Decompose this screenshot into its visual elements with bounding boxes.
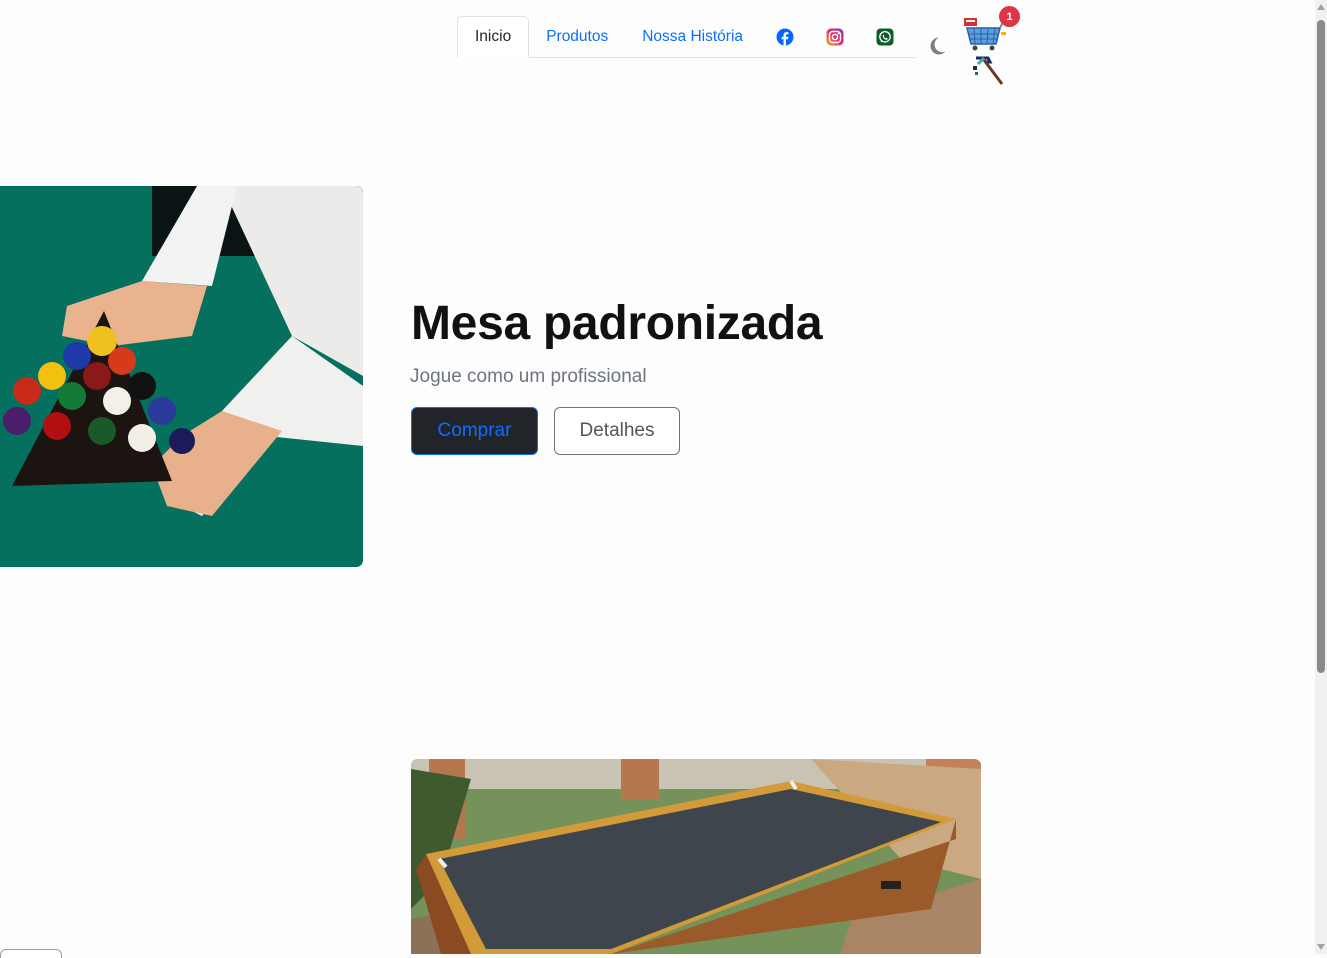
- pool-table-photo: [411, 759, 981, 954]
- billiard-rack-illustration: [0, 186, 363, 567]
- shopping-cart-icon: [964, 18, 1006, 85]
- pool-table-illustration: [411, 759, 981, 954]
- tab-produtos[interactable]: Produtos: [529, 17, 625, 57]
- tab-inicio-label: Inicio: [475, 28, 512, 45]
- vertical-scrollbar[interactable]: [1315, 0, 1327, 954]
- hero-subtitle: Jogue como um profissional: [410, 366, 647, 387]
- whatsapp-link[interactable]: [860, 17, 910, 57]
- buy-button[interactable]: Comprar: [411, 407, 538, 455]
- scroll-up-arrow-icon[interactable]: [1317, 4, 1325, 10]
- moon-icon[interactable]: [926, 35, 948, 57]
- tab-inicio[interactable]: Inicio: [457, 16, 530, 58]
- tab-nossa-historia[interactable]: Nossa História: [625, 17, 760, 57]
- instagram-link[interactable]: [810, 17, 860, 57]
- facebook-link[interactable]: [760, 17, 810, 57]
- scrollbar-thumb[interactable]: [1317, 20, 1325, 673]
- scroll-down-arrow-icon[interactable]: [1317, 944, 1325, 950]
- cart-badge: 1: [999, 6, 1020, 27]
- details-button[interactable]: Detalhes: [554, 407, 680, 455]
- billiard-rack-photo: [0, 186, 363, 567]
- cart-button[interactable]: [962, 14, 1008, 88]
- hero-title: Mesa padronizada: [411, 297, 823, 350]
- whatsapp-icon: [876, 28, 894, 46]
- main-nav-tabs: Inicio Produtos Nossa História: [457, 16, 916, 58]
- tab-nossa-historia-label: Nossa História: [642, 28, 744, 45]
- tab-produtos-label: Produtos: [546, 28, 609, 45]
- facebook-icon: [776, 28, 794, 46]
- instagram-icon: [826, 28, 844, 46]
